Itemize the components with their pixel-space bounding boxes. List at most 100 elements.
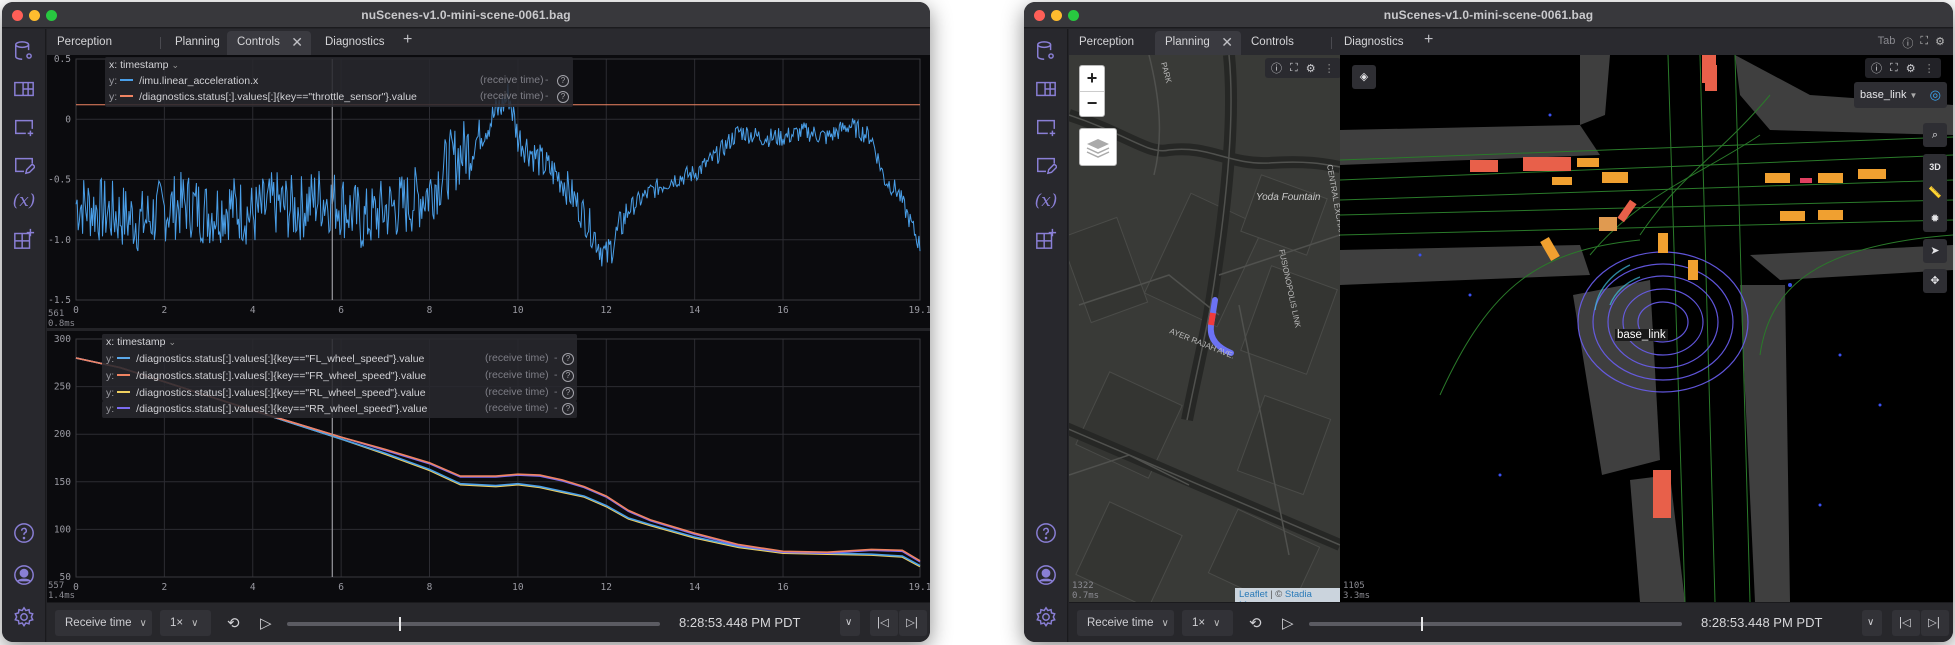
follow-target-icon[interactable]: ◎ (1930, 82, 1941, 108)
playback-scrubber[interactable] (1309, 617, 1682, 631)
series-options-dropdown[interactable]: - (545, 74, 549, 86)
tab-planning[interactable]: Planning ✕ (1155, 31, 1241, 55)
variables-icon[interactable]: (x) (12, 189, 36, 213)
tab-perception[interactable]: Perception (1069, 31, 1154, 55)
help-icon[interactable] (1034, 521, 1058, 545)
tab-controls[interactable]: Controls ✕ (227, 31, 311, 55)
series-help-icon[interactable]: ? (562, 403, 574, 415)
timestamp-method-label[interactable]: (receive time) (480, 90, 544, 102)
timestamp-method-label[interactable]: (receive time) (485, 402, 549, 414)
legend-series-row[interactable]: y: /diagnostics.status[:].values[:]{key==… (106, 351, 424, 367)
3d-scene-panel[interactable]: ◈ ⓘ ⛶ ⚙ ⋮ base_link ▼ ◎ ⌕ 3D 📏 ✹ ➤ ✥ base_l… (1340, 55, 1953, 602)
play-icon[interactable]: ▷ (1282, 614, 1294, 632)
series-options-dropdown[interactable]: - (554, 352, 558, 364)
add-panel-icon[interactable] (1034, 115, 1058, 139)
bug-icon[interactable]: ✹ (1923, 206, 1947, 232)
x-axis-selector[interactable]: x: timestamp ⌄ (106, 334, 176, 350)
series-help-icon[interactable]: ? (557, 91, 569, 103)
frame-selector-dropdown[interactable]: base_link ▼ ◎ (1854, 82, 1947, 108)
series-help-icon[interactable]: ? (562, 387, 574, 399)
x-axis-selector[interactable]: x: timestamp ⌄ (109, 57, 179, 73)
legend-series-row[interactable]: y: /diagnostics.status[:].values[:]{key==… (109, 89, 417, 105)
map-layers-button[interactable] (1079, 128, 1117, 166)
playback-speed-dropdown[interactable]: 1× ∨ (160, 610, 211, 636)
fullscreen-icon[interactable]: ⛶ (1290, 62, 1298, 75)
legend-series-row[interactable]: y: /diagnostics.status[:].values[:]{key==… (106, 401, 427, 417)
zoom-in-button[interactable]: + (1080, 66, 1104, 92)
help-icon[interactable]: ⓘ (1271, 60, 1282, 76)
seek-backward-button[interactable]: |◁ (1892, 610, 1920, 636)
play-icon[interactable]: ▷ (260, 614, 272, 632)
seek-forward-button[interactable]: ▷| (899, 610, 927, 636)
series-help-icon[interactable]: ? (557, 75, 569, 87)
fullscreen-icon[interactable]: ⛶ (1920, 35, 1928, 51)
fullscreen-icon[interactable]: ⛶ (1890, 62, 1898, 75)
time-mode-dropdown[interactable]: Receive time ∨ (55, 610, 152, 636)
playback-scrubber[interactable] (287, 617, 660, 631)
series-help-icon[interactable]: ? (562, 353, 574, 365)
timestamp-method-label[interactable]: (receive time) (480, 74, 544, 86)
3d-mode-button[interactable]: 3D (1923, 154, 1947, 180)
variables-icon[interactable]: (x) (1034, 189, 1058, 213)
ruler-icon[interactable]: 📏 (1923, 180, 1947, 206)
add-panel-icon[interactable] (12, 115, 36, 139)
series-options-dropdown[interactable]: - (554, 402, 558, 414)
extensions-icon[interactable] (12, 227, 36, 251)
data-source-icon[interactable] (1034, 39, 1058, 63)
drag-handle-icon[interactable]: ⋮ (1924, 62, 1935, 75)
help-icon[interactable]: ⓘ (1871, 60, 1882, 76)
edit-panel-icon[interactable] (12, 153, 36, 177)
leaflet-link[interactable]: Leaflet (1239, 589, 1268, 600)
series-options-dropdown[interactable]: - (554, 386, 558, 398)
gear-icon[interactable]: ⚙ (1306, 62, 1316, 75)
plot-panel-wheel-speed[interactable]: 0 2 4 6 8 10 12 14 16 19.1 300 250 200 150 100 50 x: ti… (47, 331, 930, 602)
scrubber-handle[interactable] (1420, 617, 1423, 631)
user-icon[interactable] (12, 563, 36, 587)
settings-icon[interactable] (12, 605, 36, 629)
seek-forward-button[interactable]: ▷| (1921, 610, 1949, 636)
tab-controls[interactable]: Controls (1241, 31, 1331, 55)
select-tool-button[interactable]: ➤ (1923, 239, 1947, 263)
tab-diagnostics[interactable]: Diagnostics (1334, 31, 1434, 55)
legend-series-row[interactable]: y: /diagnostics.status[:].values[:]{key==… (106, 368, 426, 384)
help-icon[interactable] (12, 521, 36, 545)
extensions-icon[interactable] (1034, 227, 1058, 251)
add-tab-icon[interactable]: + (1424, 31, 1433, 49)
add-tab-icon[interactable]: + (403, 31, 412, 49)
timestamp-format-dropdown[interactable]: ∨ (840, 610, 860, 636)
tab-diagnostics[interactable]: Diagnostics (315, 31, 415, 55)
drag-handle-icon[interactable]: ⋮ (1324, 62, 1335, 75)
timestamp-format-dropdown[interactable]: ∨ (1862, 610, 1882, 636)
series-options-dropdown[interactable]: - (554, 369, 558, 381)
data-source-icon[interactable] (12, 39, 36, 63)
tab-perception[interactable]: Perception (47, 31, 177, 55)
playback-speed-dropdown[interactable]: 1× ∨ (1182, 610, 1233, 636)
edit-panel-icon[interactable] (1034, 153, 1058, 177)
timestamp-method-label[interactable]: (receive time) (485, 369, 549, 381)
loop-icon[interactable]: ⟲ (1249, 614, 1262, 632)
time-mode-dropdown[interactable]: Receive time ∨ (1077, 610, 1174, 636)
plot-panel-acceleration[interactable]: 0 2 4 6 8 10 12 14 16 19.1 0.5 0 -0.5 -1.0 -1.5 x: tim… (47, 55, 930, 329)
layout-icon[interactable] (1034, 77, 1058, 101)
timestamp-method-label[interactable]: (receive time) (485, 352, 549, 364)
gear-icon[interactable]: ⚙ (1906, 62, 1916, 75)
legend-series-row[interactable]: y: /diagnostics.status[:].values[:]{key==… (106, 385, 426, 401)
layers-toggle-button[interactable]: ◈ (1352, 65, 1376, 89)
series-options-dropdown[interactable]: - (545, 90, 549, 102)
loop-icon[interactable]: ⟲ (227, 614, 240, 632)
seek-backward-button[interactable]: |◁ (870, 610, 898, 636)
user-icon[interactable] (1034, 563, 1058, 587)
gear-icon[interactable]: ⚙ (1935, 35, 1945, 51)
layout-icon[interactable] (12, 77, 36, 101)
search-button[interactable]: ⌕ (1923, 123, 1947, 147)
map-panel[interactable]: Yoda Fountain PARK FUSIONOPOLIS LINK AYE… (1069, 55, 1340, 602)
series-help-icon[interactable]: ? (562, 370, 574, 382)
pan-tool-button[interactable]: ✥ (1923, 269, 1947, 293)
zoom-out-button[interactable]: − (1080, 92, 1104, 117)
close-tab-icon[interactable]: ✕ (291, 31, 303, 53)
scrubber-handle[interactable] (398, 617, 401, 631)
legend-series-row[interactable]: y: /imu.linear_acceleration.x (109, 73, 258, 89)
help-icon[interactable]: ⓘ (1902, 35, 1913, 51)
settings-icon[interactable] (1034, 605, 1058, 629)
timestamp-method-label[interactable]: (receive time) (485, 386, 549, 398)
